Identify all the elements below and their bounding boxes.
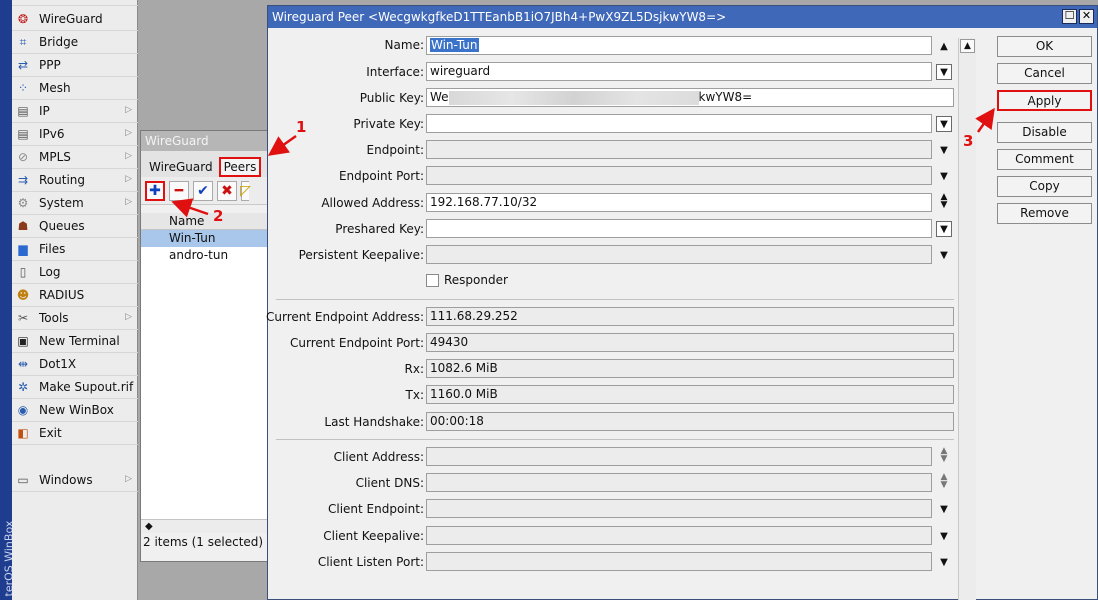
arrow-to-apply-button <box>975 107 995 133</box>
annotation-number-3: 3 <box>963 132 974 150</box>
arrow-to-add-button <box>171 198 209 218</box>
annotation-arrows <box>171 107 995 218</box>
annotation-number-2: 2 <box>213 207 224 225</box>
arrow-to-peers-tab <box>267 134 297 156</box>
